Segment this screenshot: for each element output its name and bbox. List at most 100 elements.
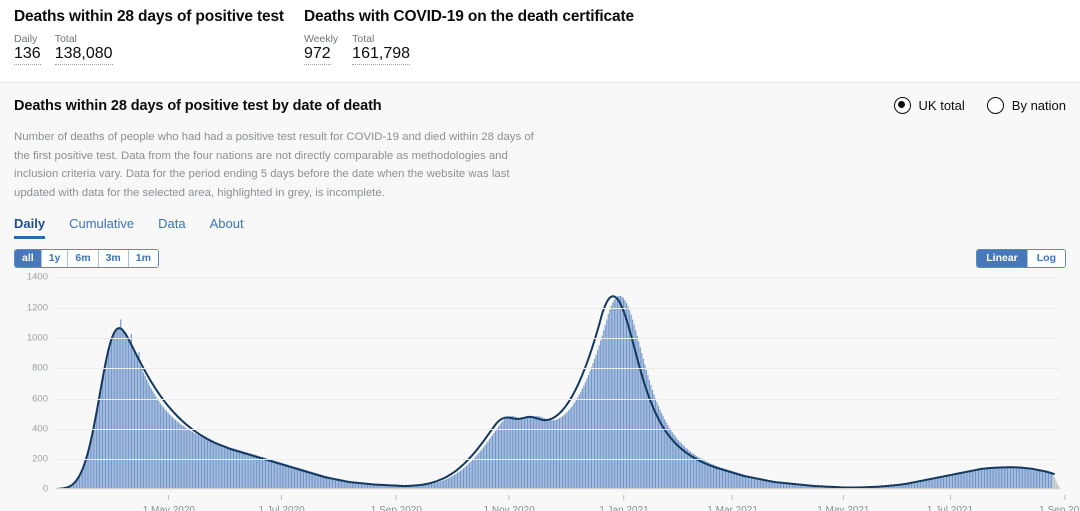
plot-canvas[interactable] <box>56 277 1060 491</box>
chart-bar <box>103 371 105 490</box>
chart-bar <box>1019 467 1021 490</box>
chart-bar <box>254 455 256 490</box>
chart-bar <box>257 456 259 490</box>
chart-bar <box>1023 467 1025 490</box>
metric-figure-total: Total 161,798 <box>352 33 411 65</box>
tab-cumulative[interactable]: Cumulative <box>69 216 134 239</box>
chart-bar <box>470 461 472 490</box>
radio-uk-total[interactable]: UK total <box>893 97 965 114</box>
card-header: Deaths within 28 days of positive test b… <box>14 97 1066 114</box>
chart-bar <box>1038 469 1040 490</box>
chart-bar <box>269 459 271 490</box>
chart-bar <box>575 400 577 490</box>
x-axis-tick: 1 Mar 2021 <box>707 495 758 511</box>
chart-bar <box>165 411 168 490</box>
chart-controls: all 1y 6m 3m 1m Linear Log <box>14 249 1066 269</box>
chart-bar <box>568 410 570 490</box>
x-axis-tick: 1 Jul 2021 <box>927 495 973 511</box>
radio-label: UK total <box>918 98 965 113</box>
chart-bar <box>997 468 999 490</box>
chart-bar <box>108 349 110 490</box>
chart-bar <box>89 443 91 490</box>
chart-bar <box>1028 468 1030 490</box>
chart-bar <box>953 475 955 490</box>
chart-bar <box>208 440 210 490</box>
chart-bar <box>589 371 591 490</box>
chart-bar <box>985 469 987 490</box>
range-button-1y[interactable]: 1y <box>40 250 68 268</box>
chart-bar <box>708 463 710 490</box>
chart-bar <box>508 416 510 490</box>
chart-bar <box>117 328 119 490</box>
chart-bar <box>182 426 184 490</box>
chart-bar <box>261 457 263 490</box>
chart-bar <box>601 335 603 490</box>
chart-bar <box>225 446 227 490</box>
x-axis-line <box>56 488 1060 490</box>
chart-bar <box>1008 467 1010 490</box>
chart-bar <box>979 470 981 490</box>
chart-bar <box>1052 474 1054 490</box>
chart-bar <box>967 472 969 490</box>
chart-bar <box>464 467 466 490</box>
chart-bar <box>994 468 996 490</box>
chart-bar <box>706 462 708 490</box>
chart-bar <box>721 468 724 490</box>
chart-bar <box>1029 468 1031 490</box>
chart-bar <box>546 419 548 490</box>
chart-bar <box>301 469 303 490</box>
metric-figure-value: 972 <box>303 45 331 65</box>
chart-bar <box>533 416 535 490</box>
chart-bar <box>702 459 704 490</box>
chart-bar <box>1043 470 1045 490</box>
x-axis-tick-mark <box>1064 495 1066 501</box>
chart-bar <box>490 437 492 490</box>
chart-bar <box>1014 467 1016 490</box>
chart-bar <box>689 451 692 490</box>
chart-bar <box>697 457 699 490</box>
y-axis-tick-label: 1200 <box>26 302 48 314</box>
chart-bar <box>228 447 230 490</box>
range-button-3m[interactable]: 3m <box>97 250 128 268</box>
chart-bar <box>283 463 285 490</box>
chart-bar <box>152 391 154 490</box>
radio-by-nation[interactable]: By nation <box>986 97 1066 114</box>
scale-button-linear[interactable]: Linear <box>977 250 1027 268</box>
tab-data[interactable]: Data <box>158 216 185 239</box>
range-button-6m[interactable]: 6m <box>67 250 98 268</box>
scale-button-log[interactable]: Log <box>1026 250 1065 268</box>
chart-bar <box>104 363 107 490</box>
chart-bar <box>961 474 963 490</box>
chart-bar <box>95 413 97 490</box>
chart-bar <box>720 468 722 490</box>
chart-bar <box>1022 467 1024 490</box>
chart-bar <box>726 469 728 490</box>
chart-bar <box>245 452 247 490</box>
tab-daily[interactable]: Daily <box>14 216 46 240</box>
x-axis-tick-label: 1 Jul 2021 <box>926 505 974 511</box>
bar-series <box>56 296 1060 490</box>
chart-bar <box>962 473 964 490</box>
chart-bar <box>135 354 137 490</box>
chart-bar <box>577 397 579 490</box>
chart-bar <box>453 475 455 490</box>
tab-about[interactable]: About <box>210 216 244 239</box>
chart-bar <box>598 345 600 490</box>
chart-bar <box>216 443 218 490</box>
chart-bar <box>699 458 701 490</box>
gridline <box>56 337 1060 339</box>
x-axis-tick: 1 May 2020 <box>143 495 195 511</box>
chart-bar <box>1003 467 1005 490</box>
chart-bar <box>143 373 145 490</box>
chart-bar <box>1040 469 1042 490</box>
range-button-1m[interactable]: 1m <box>127 250 158 268</box>
chart-bar <box>161 405 163 490</box>
chart-bar <box>580 392 582 490</box>
chart-bar <box>472 460 474 490</box>
chart-bar <box>555 419 558 490</box>
x-axis-tick-mark <box>732 495 734 501</box>
chart-bar <box>101 379 104 490</box>
range-button-all[interactable]: all <box>15 250 41 268</box>
chart-bar <box>709 463 711 490</box>
chart-bar <box>987 469 989 490</box>
